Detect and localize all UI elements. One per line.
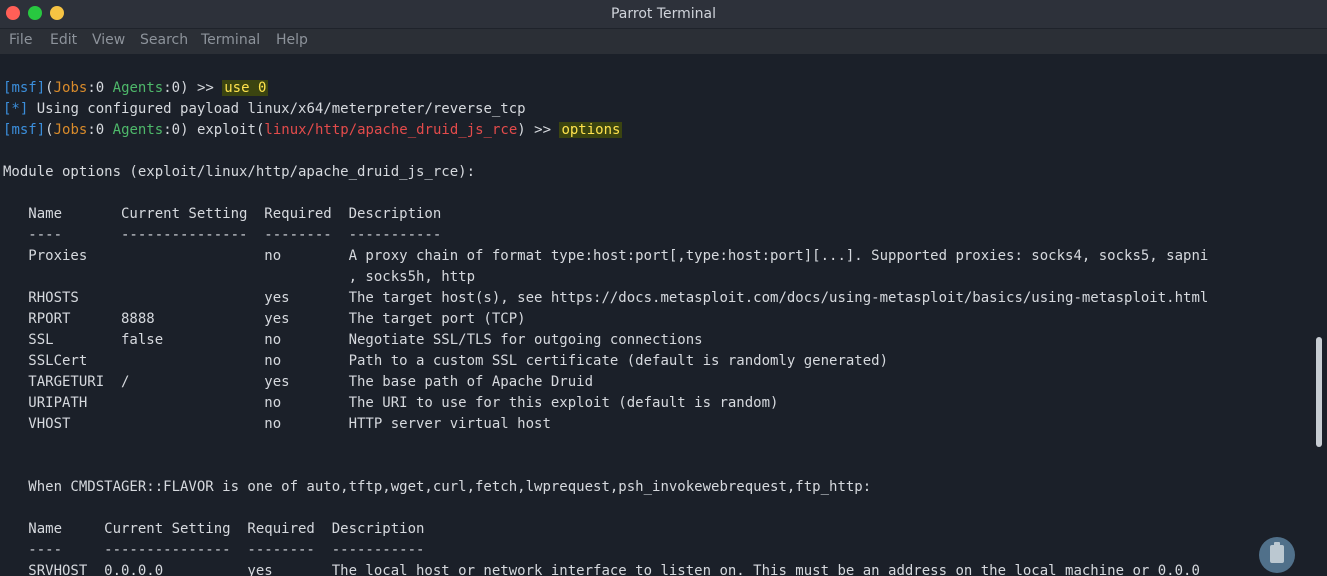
command-options: options [559,122,623,138]
table1-separator: ---- --------------- -------- ----------… [3,227,442,243]
menu-help[interactable]: Help [276,32,308,48]
prompt-line-1: [msf](Jobs:0 Agents:0) >> use 0 [3,80,269,96]
cmdstager-line: When CMDSTAGER::FLAVOR is one of auto,tf… [3,479,872,495]
terminal-output[interactable]: [msf](Jobs:0 Agents:0) >> use 0 [*] Usin… [0,55,1310,576]
option-row-vhost: VHOST no HTTP server virtual host [3,416,551,432]
terminal-window: Parrot Terminal File Edit View Search Te… [0,0,1327,576]
option-row-proxies: Proxies no A proxy chain of format type:… [3,248,1209,264]
module-options-heading: Module options (exploit/linux/http/apach… [3,164,476,180]
prompt-line-2: [msf](Jobs:0 Agents:0) exploit(linux/htt… [3,122,623,138]
option-row-proxies-cont: , socks5h, http [3,269,476,285]
scrollbar-thumb[interactable] [1316,337,1322,447]
option-row-uripath: URIPATH no The URI to use for this explo… [3,395,779,411]
menu-bar: File Edit View Search Terminal Help [0,29,1327,54]
title-bar: Parrot Terminal [0,0,1327,29]
option-row-rport: RPORT 8888 yes The target port (TCP) [3,311,526,327]
menu-terminal[interactable]: Terminal [201,32,260,48]
menu-view[interactable]: View [92,32,125,48]
info-line: [*] Using configured payload linux/x64/m… [3,101,526,117]
table2-header: Name Current Setting Required Descriptio… [3,521,425,537]
option-row-targeturi: TARGETURI / yes The base path of Apache … [3,374,594,390]
clipboard-icon[interactable] [1259,537,1295,573]
option-row-ssl: SSL false no Negotiate SSL/TLS for outgo… [3,332,703,348]
menu-search[interactable]: Search [140,32,188,48]
option-row-sslcert: SSLCert no Path to a custom SSL certific… [3,353,889,369]
table2-separator: ---- --------------- -------- ----------… [3,542,425,558]
table1-header: Name Current Setting Required Descriptio… [3,206,442,222]
window-title: Parrot Terminal [610,6,717,22]
command-use: use 0 [222,80,269,96]
vertical-scrollbar[interactable] [1311,55,1327,576]
option-row-srvhost: SRVHOST 0.0.0.0 yes The local host or ne… [3,563,1200,576]
menu-file[interactable]: File [9,32,32,48]
menu-edit[interactable]: Edit [50,32,77,48]
option-row-rhosts: RHOSTS yes The target host(s), see https… [3,290,1209,306]
